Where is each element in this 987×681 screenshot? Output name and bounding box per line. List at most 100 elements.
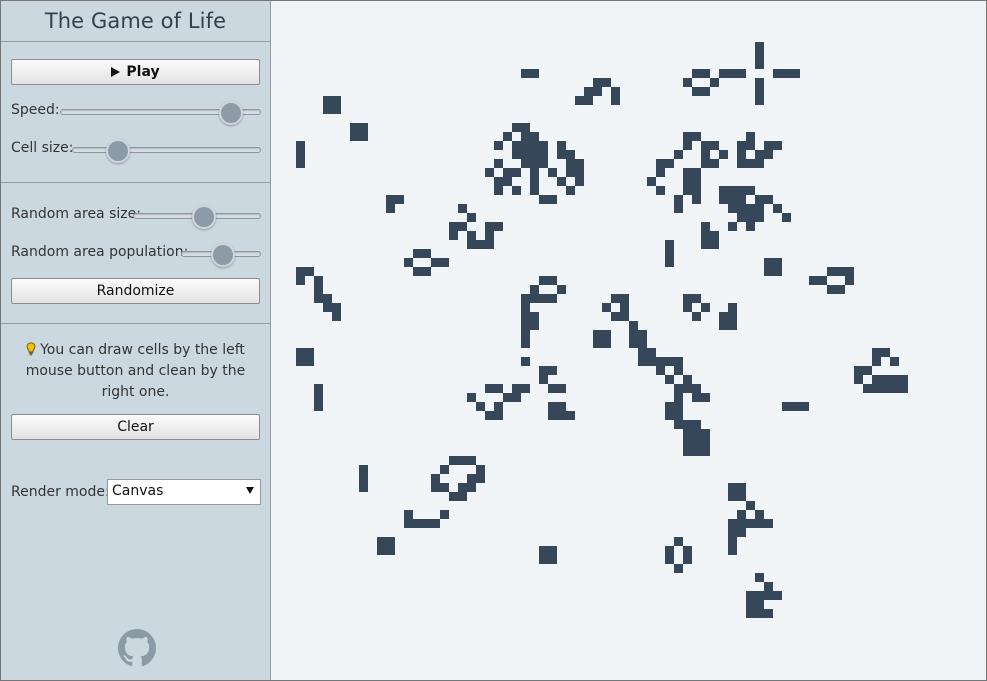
live-cell[interactable] [737, 150, 746, 159]
live-cell[interactable] [800, 402, 809, 411]
live-cell[interactable] [494, 402, 503, 411]
live-cell[interactable] [431, 258, 440, 267]
live-cell[interactable] [746, 213, 755, 222]
live-cell[interactable] [431, 519, 440, 528]
live-cell[interactable] [566, 150, 575, 159]
live-cell[interactable] [755, 87, 764, 96]
live-cell[interactable] [728, 537, 737, 546]
live-cell[interactable] [575, 96, 584, 105]
live-cell[interactable] [296, 141, 305, 150]
game-board-canvas[interactable] [271, 1, 986, 680]
live-cell[interactable] [413, 249, 422, 258]
live-cell[interactable] [701, 240, 710, 249]
live-cell[interactable] [728, 204, 737, 213]
live-cell[interactable] [494, 411, 503, 420]
live-cell[interactable] [674, 393, 683, 402]
live-cell[interactable] [674, 150, 683, 159]
live-cell[interactable] [557, 384, 566, 393]
live-cell[interactable] [359, 483, 368, 492]
live-cell[interactable] [431, 474, 440, 483]
live-cell[interactable] [512, 150, 521, 159]
live-cell[interactable] [683, 375, 692, 384]
live-cell[interactable] [467, 231, 476, 240]
live-cell[interactable] [764, 267, 773, 276]
live-cell[interactable] [521, 339, 530, 348]
live-cell[interactable] [701, 159, 710, 168]
live-cell[interactable] [872, 357, 881, 366]
live-cell[interactable] [530, 312, 539, 321]
live-cell[interactable] [485, 384, 494, 393]
live-cell[interactable] [809, 276, 818, 285]
live-cell[interactable] [323, 294, 332, 303]
live-cell[interactable] [755, 204, 764, 213]
live-cell[interactable] [728, 519, 737, 528]
live-cell[interactable] [656, 357, 665, 366]
live-cell[interactable] [755, 159, 764, 168]
live-cell[interactable] [494, 177, 503, 186]
live-cell[interactable] [548, 402, 557, 411]
live-cell[interactable] [539, 150, 548, 159]
live-cell[interactable] [683, 168, 692, 177]
live-cell[interactable] [620, 294, 629, 303]
live-cell[interactable] [773, 141, 782, 150]
live-cell[interactable] [701, 429, 710, 438]
live-cell[interactable] [701, 150, 710, 159]
live-cell[interactable] [566, 168, 575, 177]
live-cell[interactable] [440, 465, 449, 474]
live-cell[interactable] [674, 204, 683, 213]
speed-slider[interactable] [60, 101, 261, 125]
live-cell[interactable] [422, 519, 431, 528]
live-cell[interactable] [764, 141, 773, 150]
live-cell[interactable] [674, 366, 683, 375]
live-cell[interactable] [440, 258, 449, 267]
live-cell[interactable] [692, 132, 701, 141]
live-cell[interactable] [350, 132, 359, 141]
live-cell[interactable] [737, 213, 746, 222]
live-cell[interactable] [548, 195, 557, 204]
live-cell[interactable] [737, 510, 746, 519]
live-cell[interactable] [737, 519, 746, 528]
live-cell[interactable] [494, 384, 503, 393]
live-cell[interactable] [692, 294, 701, 303]
live-cell[interactable] [404, 519, 413, 528]
live-cell[interactable] [530, 168, 539, 177]
live-cell[interactable] [836, 267, 845, 276]
live-cell[interactable] [656, 159, 665, 168]
live-cell[interactable] [359, 474, 368, 483]
live-cell[interactable] [620, 303, 629, 312]
live-cell[interactable] [539, 555, 548, 564]
live-cell[interactable] [890, 375, 899, 384]
live-cell[interactable] [512, 141, 521, 150]
live-cell[interactable] [683, 429, 692, 438]
live-cell[interactable] [557, 141, 566, 150]
live-cell[interactable] [728, 321, 737, 330]
live-cell[interactable] [674, 564, 683, 573]
live-cell[interactable] [530, 321, 539, 330]
live-cell[interactable] [629, 321, 638, 330]
live-cell[interactable] [683, 555, 692, 564]
live-cell[interactable] [755, 42, 764, 51]
live-cell[interactable] [296, 267, 305, 276]
live-cell[interactable] [755, 609, 764, 618]
live-cell[interactable] [872, 384, 881, 393]
live-cell[interactable] [692, 429, 701, 438]
live-cell[interactable] [449, 222, 458, 231]
live-cell[interactable] [521, 330, 530, 339]
live-cell[interactable] [584, 87, 593, 96]
live-cell[interactable] [386, 204, 395, 213]
live-cell[interactable] [665, 159, 674, 168]
live-cell[interactable] [746, 591, 755, 600]
live-cell[interactable] [692, 393, 701, 402]
live-cell[interactable] [737, 69, 746, 78]
live-cell[interactable] [467, 393, 476, 402]
live-cell[interactable] [476, 240, 485, 249]
live-cell[interactable] [548, 546, 557, 555]
live-cell[interactable] [314, 294, 323, 303]
live-cell[interactable] [818, 276, 827, 285]
live-cell[interactable] [737, 195, 746, 204]
live-cell[interactable] [566, 186, 575, 195]
live-cell[interactable] [782, 213, 791, 222]
live-cell[interactable] [638, 339, 647, 348]
live-cell[interactable] [872, 348, 881, 357]
live-cell[interactable] [683, 303, 692, 312]
